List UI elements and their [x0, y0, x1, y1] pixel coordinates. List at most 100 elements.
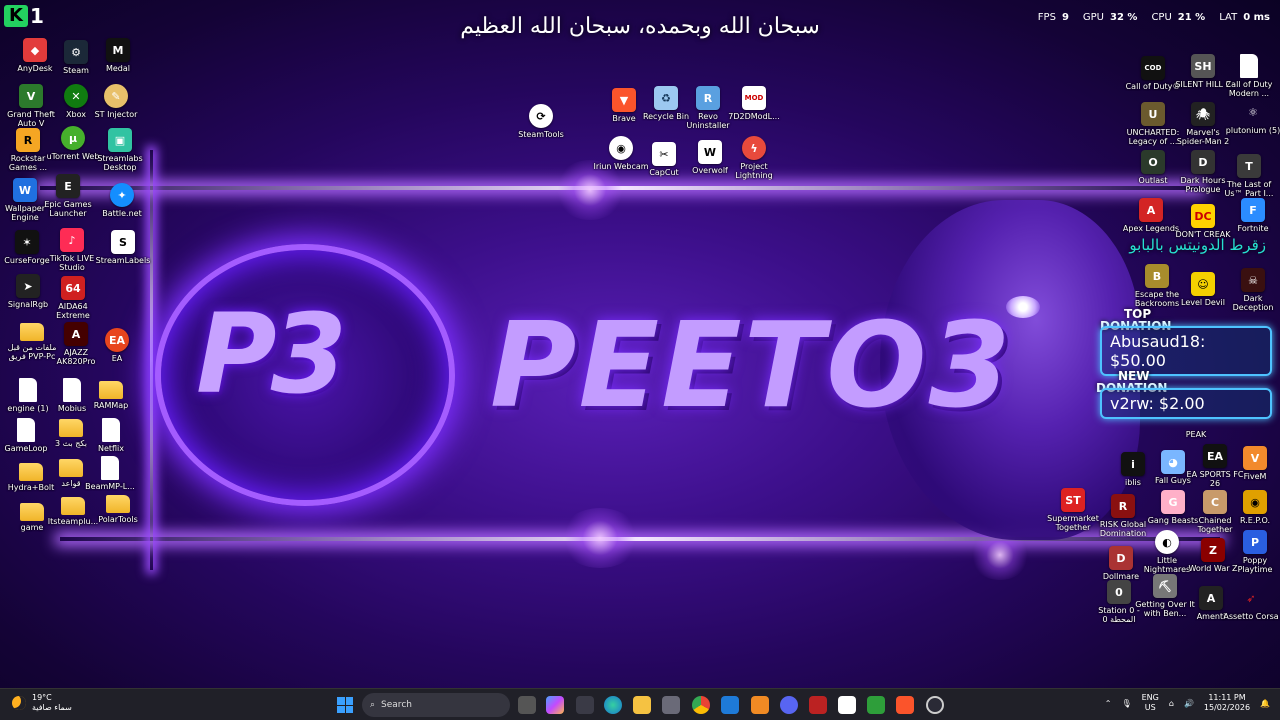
mail-icon[interactable]: [721, 696, 739, 714]
iblis-icon: i: [1121, 452, 1145, 476]
fortnite-icon: F: [1241, 198, 1265, 222]
clock[interactable]: 11:11 PM 15/02/2026: [1204, 693, 1250, 713]
desktop-icon-streamlabs[interactable]: ▣ Streamlabs Desktop: [95, 128, 145, 172]
desktop-icon-last-of-us[interactable]: T The Last of Us™ Part I...: [1224, 154, 1274, 198]
taskbar: 19°C سماء صافية ⌕ Search ⌃ 🎙 ENG US ⌂ 🔊 …: [0, 688, 1280, 720]
aida64-icon: 64: [61, 276, 85, 300]
folder-icon: [20, 323, 44, 341]
desktop-icon-cod-modern[interactable]: Call of Duty Modern ...: [1224, 54, 1274, 98]
outlast-icon: O: [1141, 150, 1165, 174]
mod-launcher-icon: MOD: [742, 86, 766, 110]
recording-app-icon[interactable]: [809, 696, 827, 714]
desktop-icon-fortnite[interactable]: F Fortnite: [1228, 198, 1278, 233]
desktop-icon-uncharted[interactable]: U UNCHARTED: Legacy of ...: [1127, 102, 1179, 146]
desktop-icon-beammp[interactable]: BeamMP-L...: [85, 456, 135, 491]
repo-icon: ◉: [1243, 490, 1267, 514]
desktop-icon-epic[interactable]: E Epic Games Launcher: [43, 174, 93, 218]
folder-icon: [59, 419, 83, 437]
desktop-icon-apex[interactable]: A Apex Legends: [1123, 198, 1179, 233]
weather-temperature: 19°C: [32, 693, 52, 702]
edge-icon[interactable]: [604, 696, 622, 714]
curseforge-icon: ✶: [15, 230, 39, 254]
atom-icon: ⚛: [1248, 105, 1258, 119]
desktop-icon-dollmare[interactable]: D Dollmare: [1096, 546, 1146, 581]
search-label: Search: [381, 700, 412, 710]
glow-right: [560, 508, 640, 568]
logo-p3: P3: [196, 290, 347, 418]
brand-name: PEETO3: [490, 296, 1013, 434]
chrome-icon[interactable]: [692, 696, 710, 714]
desktop-icon-repo[interactable]: ◉ R.E.P.O.: [1230, 490, 1280, 525]
level-devil-icon: ☺: [1191, 272, 1215, 296]
desktop-icon-rammap[interactable]: RAMMap: [86, 378, 136, 410]
desktop-icon-netflix[interactable]: Netflix: [86, 418, 136, 453]
desktop-icon-battlenet[interactable]: ✦ Battle.net: [97, 183, 147, 218]
network-icon[interactable]: ⌂: [1169, 699, 1174, 708]
desktop-icon-risk[interactable]: R RISK Global Domination: [1098, 494, 1148, 538]
capcut-taskbar-icon[interactable]: [838, 696, 856, 714]
gpu-readout: GPU 32 %: [1082, 12, 1138, 23]
performance-overlay: FPS 9 GPU 32 % CPU 21 % LAT 0 ms: [1038, 12, 1270, 23]
desktop-icon-streamlabels[interactable]: S StreamLabels: [96, 230, 150, 265]
desktop-icon-dont-creak[interactable]: DC DON'T CREAK: [1176, 204, 1231, 239]
desktop-icon-project-lightning[interactable]: ϟ Project Lightning: [729, 136, 779, 180]
assetto-corsa-icon: ➶: [1246, 591, 1256, 605]
getting-over-it-icon: ⛏: [1153, 574, 1177, 598]
desktop-icon-fivem[interactable]: V FiveM: [1230, 446, 1280, 481]
desktop-icon-cod[interactable]: COD Call of Duty®: [1126, 56, 1180, 91]
language-indicator[interactable]: ENG US: [1142, 693, 1159, 713]
microphone-icon[interactable]: 🎙: [1121, 699, 1131, 708]
clock-time: 11:11 PM: [1208, 693, 1246, 702]
desktop-icon-gta[interactable]: V Grand Theft Auto V: [6, 84, 56, 128]
chevron-up-icon[interactable]: ⌃: [1105, 699, 1112, 708]
vlc-icon[interactable]: [751, 696, 769, 714]
desktop-icon-outlast[interactable]: O Outlast: [1128, 150, 1178, 185]
desktop-icon-dark-deception[interactable]: ☠ Dark Deception: [1228, 268, 1278, 312]
brave-taskbar-icon[interactable]: [896, 696, 914, 714]
desktop-icon-steamtools[interactable]: ⟳ SteamTools: [516, 104, 566, 139]
notification-icon[interactable]: 🔔: [1260, 699, 1270, 708]
minecraft-icon[interactable]: [867, 696, 885, 714]
desktop-icon-stinjector[interactable]: ✎ ST Injector: [91, 84, 141, 119]
volume-icon[interactable]: 🔊: [1184, 699, 1194, 708]
folder-icon: [106, 495, 130, 513]
desktop-icon-level-devil[interactable]: ☺ Level Devil: [1178, 272, 1228, 307]
uncharted-icon: U: [1141, 102, 1165, 126]
lightning-icon: ϟ: [742, 136, 766, 160]
desktop-icon-polartools[interactable]: PolarTools: [93, 492, 143, 524]
start-button[interactable]: [337, 697, 353, 713]
file-explorer-icon[interactable]: [633, 696, 651, 714]
desktop-icon-poppy-playtime[interactable]: P Poppy Playtime: [1230, 530, 1280, 574]
desktop-icon-7d2d-modlauncher[interactable]: MOD 7D2DModL...: [728, 86, 780, 121]
desktop-icon-medal[interactable]: M Medal: [93, 38, 143, 73]
desktop-icon-plutonium[interactable]: ⚛ plutonium (5): [1226, 100, 1280, 136]
call-of-duty-icon: COD: [1141, 56, 1165, 80]
stream-overlay-arabic-text: زقرط الدونيتس بالبابو: [1129, 236, 1266, 254]
taskbar-search[interactable]: ⌕ Search: [362, 693, 510, 717]
desktop-icon-peak[interactable]: PEAK: [1166, 430, 1226, 439]
world-war-z-icon: Z: [1201, 538, 1225, 562]
copilot-icon[interactable]: [546, 696, 564, 714]
overlay-badge: K 1: [4, 4, 44, 28]
weather-description: سماء صافية: [32, 703, 72, 712]
amenti-icon: A: [1199, 586, 1223, 610]
ea-sports-icon: EA: [1203, 444, 1227, 468]
folder-icon: [20, 503, 44, 521]
task-view-icon[interactable]: [518, 696, 536, 714]
desktop-icon-rockstar[interactable]: R Rockstar Games ...: [3, 128, 53, 172]
desktop-icon-aida64[interactable]: 64 AIDA64 Extreme: [48, 276, 98, 320]
battlenet-icon: ✦: [110, 183, 134, 207]
store-icon[interactable]: [662, 696, 680, 714]
widgets-icon[interactable]: [576, 696, 594, 714]
desktop-icon-supermarket[interactable]: ST Supermarket Together: [1047, 488, 1099, 532]
webcam-icon: ◉: [609, 136, 633, 160]
desktop-icon-ea[interactable]: EA EA: [92, 328, 142, 363]
capcut-icon: ✂: [652, 142, 676, 166]
desktop-icon-tiktok[interactable]: ♪ TikTok LIVE Studio: [47, 228, 97, 272]
discord-icon[interactable]: [780, 696, 798, 714]
obs-icon[interactable]: [926, 696, 944, 714]
desktop-icon-spiderman[interactable]: 🕷 Marvel's Spider-Man 2: [1177, 102, 1229, 146]
desktop-icon-assetto-corsa[interactable]: ➶ Assetto Corsa: [1223, 586, 1278, 622]
desktop-icon-revo[interactable]: R Revo Uninstaller: [683, 86, 733, 130]
weather-widget[interactable]: 19°C سماء صافية: [12, 693, 72, 713]
